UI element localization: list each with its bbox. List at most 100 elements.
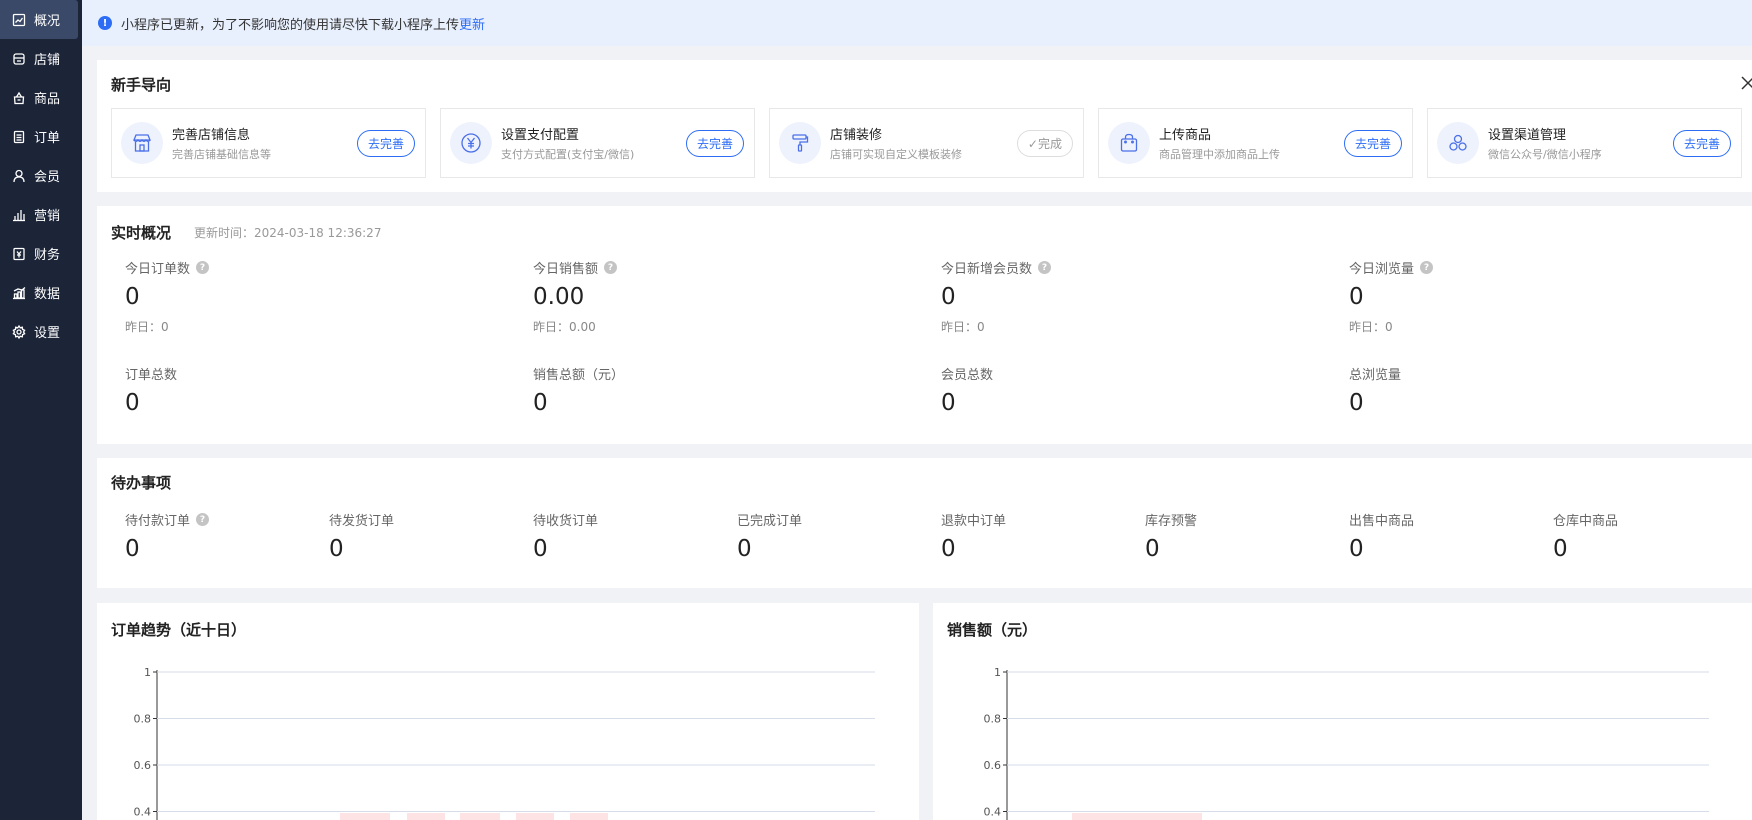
y-tick-label: 0.6	[134, 759, 152, 772]
metric-yesterday: 昨日：0	[1349, 320, 1393, 334]
sidebar-item-label: 订单	[34, 131, 61, 146]
guide-item-channels: 设置渠道管理 微信公众号/微信小程序 去完善	[1427, 108, 1742, 178]
metric-today-sales: 今日销售额? 0.00 昨日：0.00	[533, 258, 933, 335]
complete-channels-button[interactable]: 去完善	[1672, 130, 1731, 157]
chart-bar-placeholder	[516, 813, 554, 820]
sidebar: 概况 店铺 商品 订单 会员 营销 财务 数据 设置	[0, 0, 82, 820]
complete-store-info-button[interactable]: 去完善	[356, 130, 415, 157]
chart-bar-placeholder	[570, 813, 608, 820]
metric-value: 0	[941, 284, 956, 310]
metric-value: 0	[941, 390, 956, 416]
todo-item-pending-receipt[interactable]: 待收货订单 0	[533, 510, 733, 562]
ledger-icon	[12, 247, 26, 261]
todo-label: 退款中订单	[941, 514, 1007, 529]
store-icon	[121, 122, 163, 164]
sidebar-item-finance[interactable]: 财务	[0, 234, 82, 273]
store-icon	[12, 52, 26, 66]
todo-value: 0	[1349, 536, 1364, 562]
sidebar-item-overview[interactable]: 概况	[0, 0, 78, 39]
metric-label: 今日浏览量	[1349, 262, 1415, 277]
todo-item-pending-payment[interactable]: 待付款订单? 0	[125, 510, 325, 562]
metric-value: 0	[533, 390, 548, 416]
info-icon: !	[98, 16, 112, 30]
chart-icon	[12, 13, 26, 27]
close-icon[interactable]	[1739, 74, 1752, 92]
todo-label: 库存预警	[1145, 514, 1198, 529]
help-icon[interactable]: ?	[1038, 261, 1052, 274]
y-tick-label: 0.8	[984, 713, 1002, 726]
help-icon[interactable]: ?	[604, 261, 618, 274]
y-tick-label: 0.6	[984, 759, 1002, 772]
metric-today-views: 今日浏览量? 0 昨日：0	[1349, 258, 1749, 335]
sidebar-item-data[interactable]: 数据	[0, 273, 82, 312]
y-tick-label: 0.4	[984, 806, 1002, 819]
bar-chart-icon	[12, 208, 26, 222]
sidebar-item-label: 概况	[34, 14, 61, 29]
metric-label: 今日销售额	[533, 262, 599, 277]
guide-item-decoration: 店铺装修 店铺可实现自定义模板装修 ✓ 完成	[769, 108, 1084, 178]
data-icon	[12, 286, 26, 300]
todo-item-pending-shipment[interactable]: 待发货订单 0	[329, 510, 529, 562]
update-notice: ! 小程序已更新，为了不影响您的使用请尽快下载小程序上传 更新	[82, 0, 1752, 46]
metric-yesterday: 昨日：0	[125, 320, 169, 334]
sidebar-item-label: 会员	[34, 170, 61, 185]
metric-label: 总浏览量	[1349, 368, 1402, 383]
todo-item-refunding[interactable]: 退款中订单 0	[941, 510, 1141, 562]
decoration-done-button[interactable]: ✓ 完成	[1016, 130, 1073, 157]
todo-item-completed[interactable]: 已完成订单 0	[737, 510, 937, 562]
y-tick-label: 1	[994, 666, 1001, 679]
notice-text: 小程序已更新，为了不影响您的使用请尽快下载小程序上传	[121, 17, 460, 33]
metric-total-orders: 订单总数 0	[125, 364, 525, 416]
todo-value: 0	[1553, 536, 1568, 562]
todo-label: 出售中商品	[1349, 514, 1415, 529]
metric-today-orders: 今日订单数? 0 昨日：0	[125, 258, 525, 335]
todo-value: 0	[533, 536, 548, 562]
todo-item-in-warehouse[interactable]: 仓库中商品 0	[1553, 510, 1752, 562]
sidebar-item-label: 营销	[34, 209, 61, 224]
update-link[interactable]: 更新	[459, 14, 485, 33]
todo-value: 0	[1145, 536, 1160, 562]
sidebar-item-orders[interactable]: 订单	[0, 117, 82, 156]
complete-payment-button[interactable]: 去完善	[685, 130, 744, 157]
y-tick-label: 0.4	[134, 806, 152, 819]
help-icon[interactable]: ?	[196, 261, 210, 274]
chart-bar-placeholder	[1072, 813, 1202, 820]
todo-value: 0	[329, 536, 344, 562]
guide-title: 新手导向	[111, 76, 172, 94]
sidebar-item-marketing[interactable]: 营销	[0, 195, 82, 234]
sidebar-item-settings[interactable]: 设置	[0, 312, 82, 351]
todo-item-on-sale[interactable]: 出售中商品 0	[1349, 510, 1549, 562]
sidebar-item-members[interactable]: 会员	[0, 156, 82, 195]
todo-label: 待付款订单	[125, 514, 191, 529]
help-icon[interactable]: ?	[196, 513, 210, 526]
sidebar-item-store[interactable]: 店铺	[0, 39, 82, 78]
todo-card: 待办事项 待付款订单? 0 待发货订单 0 待收货订单 0 已完成订单 0 退款…	[97, 458, 1752, 588]
shopping-bag-icon	[1108, 122, 1150, 164]
sidebar-item-label: 设置	[34, 326, 61, 341]
order-trend-chart: 1 0.8 0.6 0.4	[134, 666, 875, 820]
guide-item-upload-goods: 上传商品 商品管理中添加商品上传 去完善	[1098, 108, 1413, 178]
gear-icon	[12, 324, 26, 339]
complete-upload-goods-button[interactable]: 去完善	[1343, 130, 1402, 157]
metric-value: 0	[125, 390, 140, 416]
guide-item-store-info: 完善店铺信息 完善店铺基础信息等 去完善	[111, 108, 426, 178]
metric-label: 销售总额（元）	[533, 368, 625, 383]
metric-yesterday: 昨日：0.00	[533, 320, 596, 334]
help-icon[interactable]: ?	[1420, 261, 1434, 274]
realtime-title: 实时概况	[111, 224, 172, 242]
sidebar-item-label: 财务	[34, 248, 61, 263]
todo-item-stock-warning[interactable]: 库存预警 0	[1145, 510, 1345, 562]
metric-total-members: 会员总数 0	[941, 364, 1341, 416]
sidebar-item-goods[interactable]: 商品	[0, 78, 82, 117]
metric-label: 今日新增会员数	[941, 262, 1033, 277]
y-tick-label: 1	[144, 666, 151, 679]
sidebar-item-label: 数据	[34, 287, 61, 302]
y-tick-label: 0.8	[134, 713, 152, 726]
bag-icon	[12, 91, 26, 105]
chart-bar-placeholder	[460, 813, 500, 820]
metric-value: 0	[1349, 390, 1364, 416]
metric-label: 会员总数	[941, 368, 994, 383]
metric-yesterday: 昨日：0	[941, 320, 985, 334]
metric-label: 订单总数	[125, 368, 178, 383]
chart-bar-placeholder	[340, 813, 390, 820]
